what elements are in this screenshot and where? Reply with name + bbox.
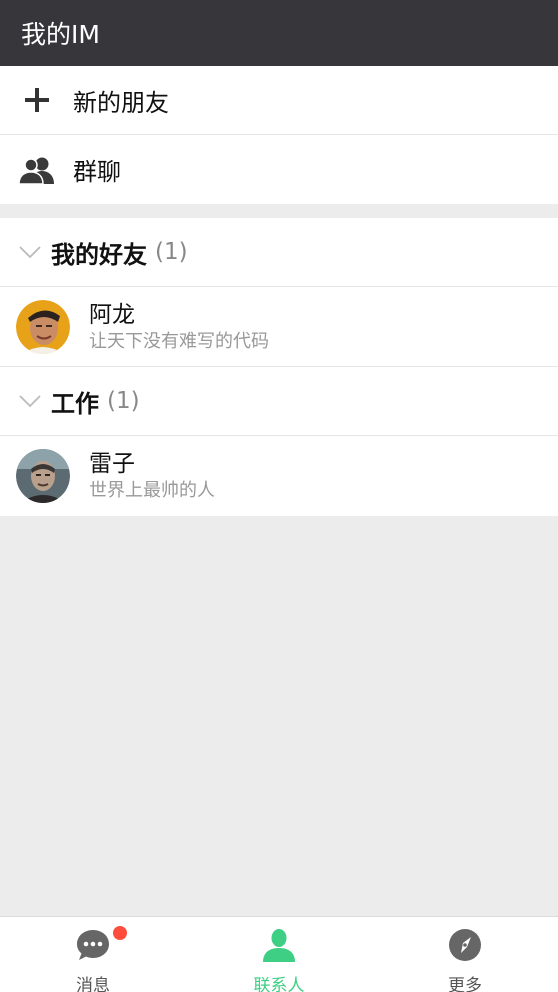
contact-list: 我的好友 (1) 阿龙 让天下没有难写的代码 工作 (1) 雷子 世界上最帅的人 — [0, 218, 558, 516]
app-header: 我的IM — [0, 0, 558, 66]
avatar — [16, 299, 70, 354]
group-chat-label: 群聊 — [73, 158, 121, 186]
tab-label: 联系人 — [253, 976, 305, 992]
contact-signature: 世界上最帅的人 — [89, 480, 215, 501]
person-icon — [261, 927, 297, 963]
chevron-down-icon — [18, 389, 42, 413]
plus-icon — [18, 81, 56, 119]
group-count: (1) — [155, 239, 188, 265]
notification-badge — [113, 926, 127, 940]
app-title: 我的IM — [21, 20, 100, 49]
contact-name: 阿龙 — [89, 301, 135, 328]
contact-row[interactable]: 阿龙 让天下没有难写的代码 — [0, 287, 558, 367]
compass-icon — [447, 927, 483, 963]
menu-section: 新的朋友 群聊 — [0, 66, 558, 204]
tab-label: 消息 — [76, 976, 110, 992]
group-header-work[interactable]: 工作 (1) — [0, 367, 558, 436]
group-icon — [18, 151, 56, 189]
bottom-tab-bar: 消息 联系人 更多 — [0, 916, 558, 992]
group-count: (1) — [107, 388, 140, 414]
contact-name: 雷子 — [89, 451, 135, 477]
chat-bubble-icon — [75, 927, 111, 963]
new-friends-item[interactable]: 新的朋友 — [0, 66, 558, 135]
group-title: 我的好友 — [51, 240, 147, 269]
chevron-down-icon — [18, 240, 42, 264]
new-friends-label: 新的朋友 — [73, 88, 169, 117]
group-header-friends[interactable]: 我的好友 (1) — [0, 218, 558, 287]
group-chat-item[interactable]: 群聊 — [0, 135, 558, 204]
tab-messages[interactable]: 消息 — [0, 917, 186, 992]
group-title: 工作 — [51, 389, 99, 418]
tab-contacts[interactable]: 联系人 — [186, 917, 372, 992]
tab-more[interactable]: 更多 — [372, 917, 558, 992]
contact-signature: 让天下没有难写的代码 — [89, 330, 269, 352]
tab-label: 更多 — [448, 976, 482, 992]
contact-row[interactable]: 雷子 世界上最帅的人 — [0, 436, 558, 516]
avatar — [16, 449, 70, 503]
